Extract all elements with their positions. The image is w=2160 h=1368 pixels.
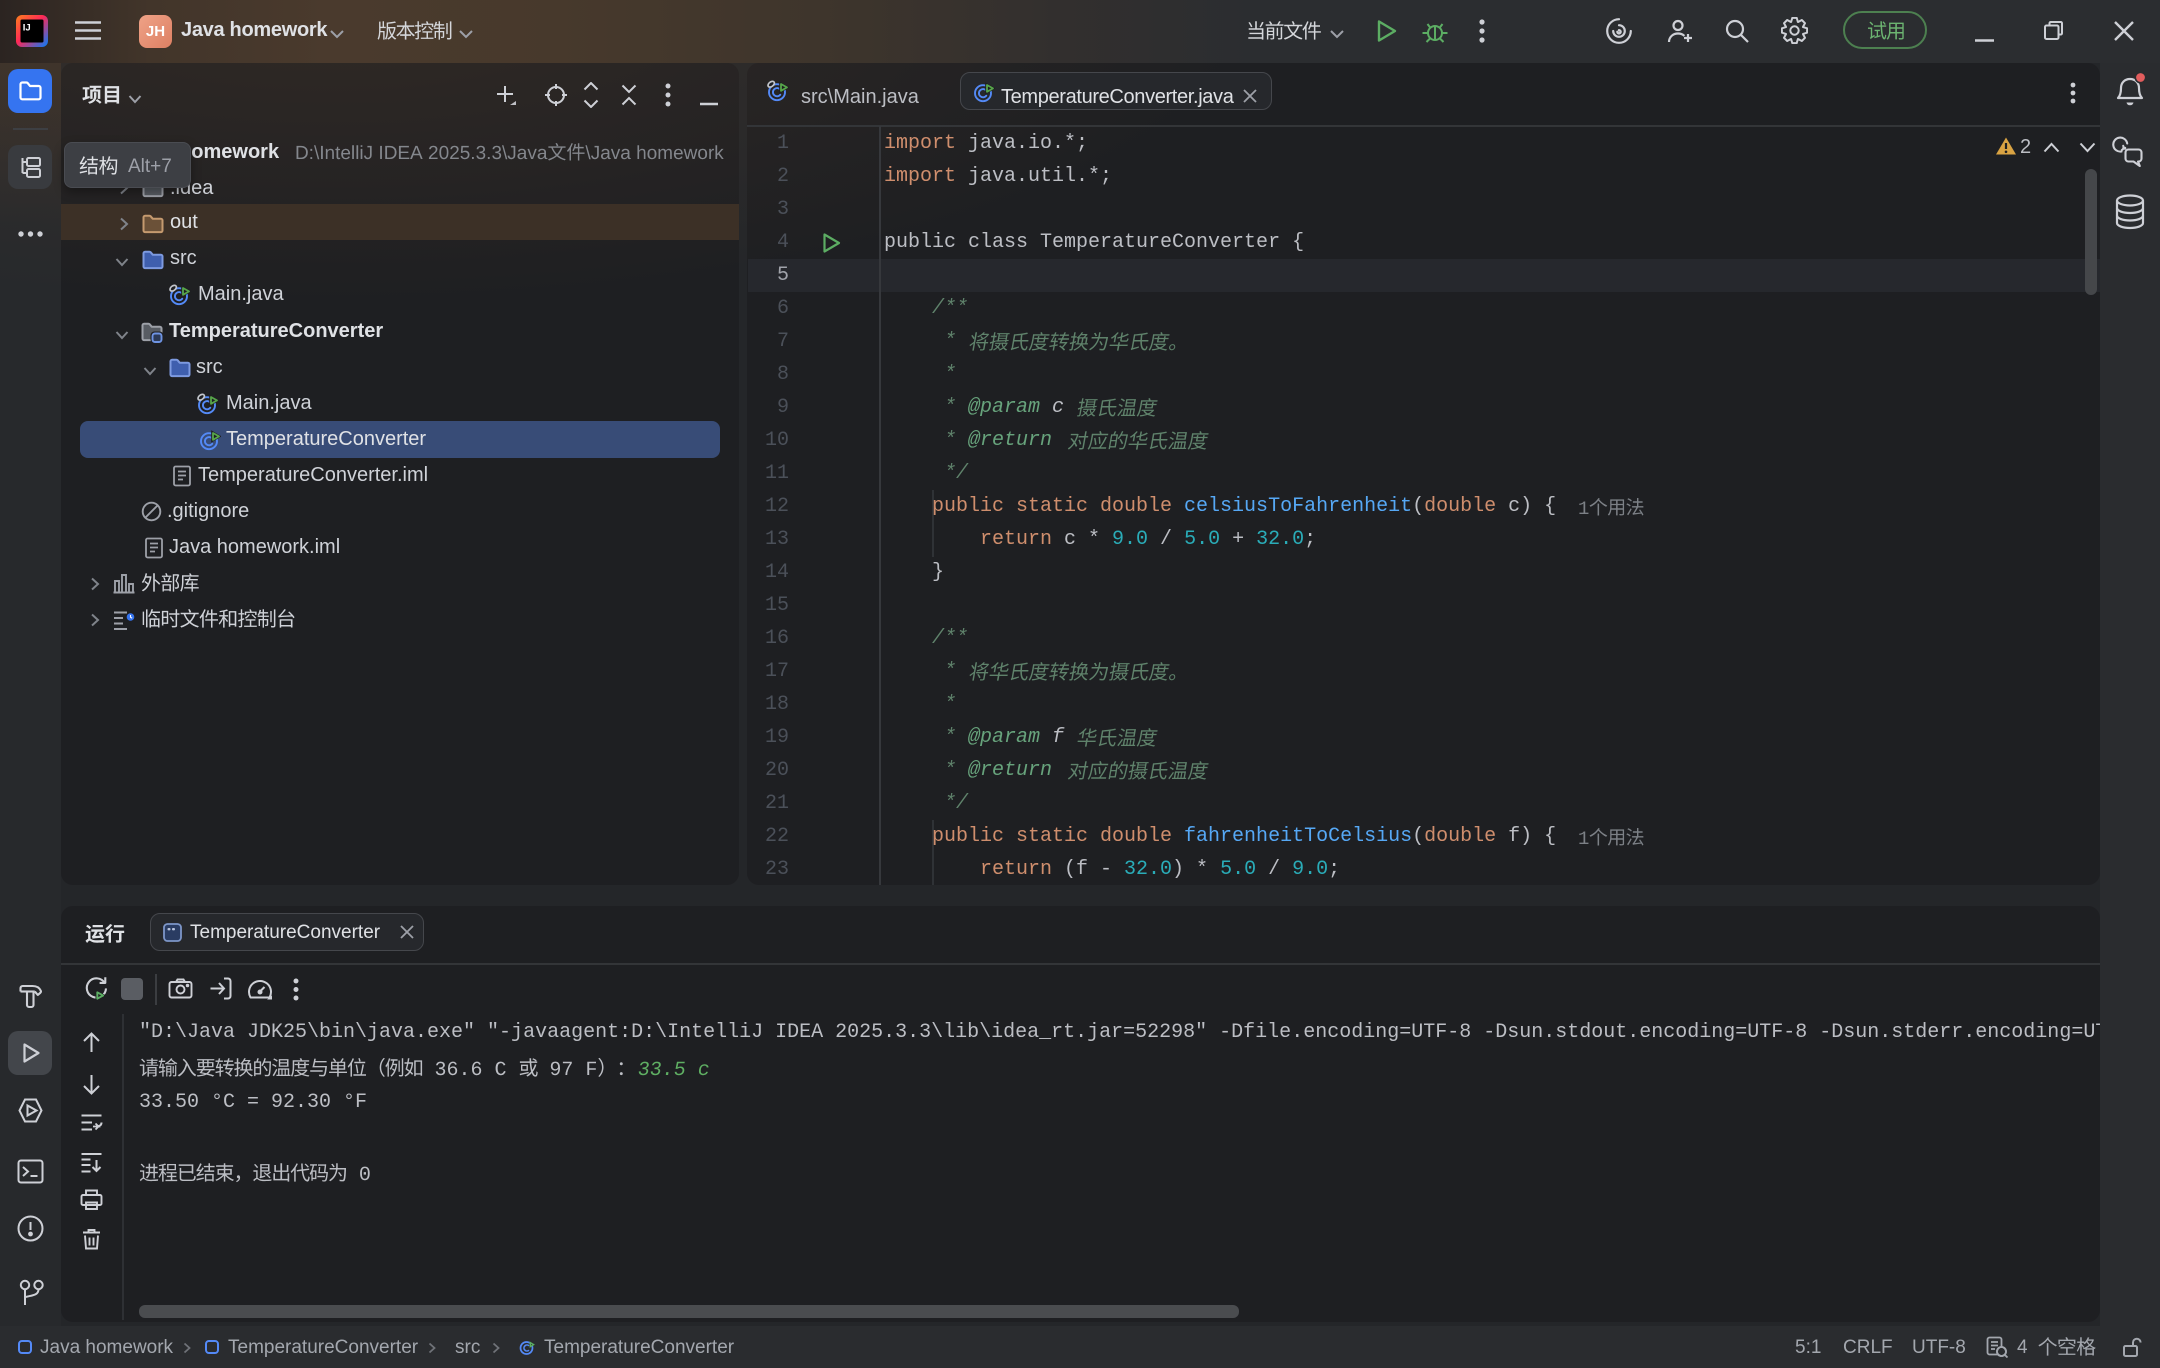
svg-text:IJ: IJ (23, 23, 31, 34)
